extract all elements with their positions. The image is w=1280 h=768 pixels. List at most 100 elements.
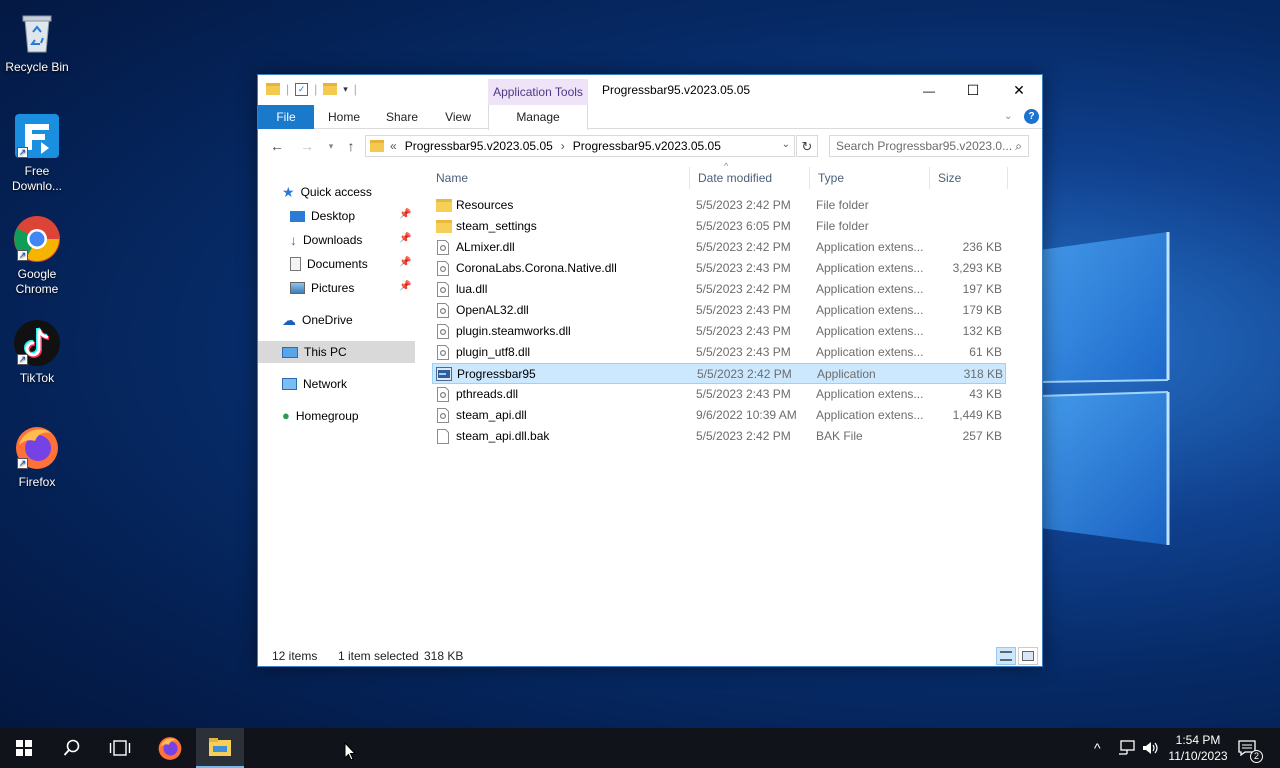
title-bar[interactable]: | ✓ | ▾ | Application Tools Progressbar9…: [258, 75, 1042, 105]
tab-home[interactable]: Home: [322, 105, 366, 129]
file-row[interactable]: plugin.steamworks.dll 5/5/2023 2:43 PM App…: [432, 321, 1006, 342]
properties-icon[interactable]: ✓: [295, 82, 309, 96]
search-input[interactable]: Search Progressbar95.v2023.0... ⌕: [829, 135, 1029, 157]
file-name: Progressbar95: [457, 367, 536, 381]
network-status-icon: [1119, 740, 1135, 755]
details-view-button[interactable]: [996, 647, 1016, 665]
volume-button[interactable]: [1142, 728, 1160, 768]
taskbar-firefox[interactable]: [146, 728, 194, 768]
folder-icon: [436, 220, 452, 233]
close-button[interactable]: ✕: [996, 75, 1042, 105]
dll-file-icon: [437, 387, 449, 402]
clock-time: 1:54 PM: [1175, 733, 1221, 747]
breadcrumb-separator-icon[interactable]: ›: [561, 139, 565, 153]
file-row[interactable]: Resources 5/5/2023 2:42 PM File folder: [432, 195, 1006, 216]
file-row[interactable]: plugin_utf8.dll 5/5/2023 2:43 PM Applicati…: [432, 342, 1006, 363]
new-folder-icon[interactable]: [323, 83, 338, 95]
breadcrumb-item[interactable]: Progressbar95.v2023.05.05: [573, 139, 721, 153]
address-dropdown-chevron-icon[interactable]: ⌄: [782, 139, 790, 150]
nav-item-label: Quick access: [300, 185, 372, 199]
refresh-button[interactable]: ↻: [796, 135, 818, 157]
nav-item-label: This PC: [304, 345, 347, 359]
file-date-modified: 5/5/2023 2:43 PM: [696, 324, 791, 338]
file-row[interactable]: steam_api.dll 9/6/2022 10:39 AM Applicatio…: [432, 405, 1006, 426]
nav-item-onedrive[interactable]: ☁ OneDrive: [282, 309, 353, 331]
desktop-icon-label: Google Chrome: [15, 267, 59, 296]
tab-share[interactable]: Share: [380, 105, 424, 129]
file-size: 132 KB: [962, 324, 1002, 338]
download-arrow-icon: ↓: [290, 232, 297, 248]
desktop-icon-google-chrome[interactable]: ↗ Google Chrome: [4, 215, 70, 297]
address-bar[interactable]: « Progressbar95.v2023.05.05 › Progressba…: [365, 135, 795, 157]
file-row[interactable]: OpenAL32.dll 5/5/2023 2:43 PM Application …: [432, 300, 1006, 321]
show-hidden-icons-button[interactable]: ^: [1094, 728, 1101, 768]
column-header-row: ^ Name Date modified Type Size: [428, 161, 1008, 189]
file-size: 236 KB: [962, 240, 1002, 254]
breadcrumb-overflow[interactable]: «: [390, 139, 397, 153]
file-row[interactable]: steam_settings 5/5/2023 6:05 PM File folde…: [432, 216, 1006, 237]
nav-item-quick-access[interactable]: ★ Quick access: [282, 181, 372, 203]
file-row[interactable]: Progressbar95 5/5/2023 2:42 PM Application…: [432, 363, 1006, 384]
dll-file-icon: [437, 240, 449, 255]
desktop-icon-free-download-manager[interactable]: ↗ Free Downlo...: [4, 112, 70, 194]
large-icons-view-button[interactable]: [1018, 647, 1038, 665]
tab-manage[interactable]: Manage: [488, 105, 588, 130]
pin-icon[interactable]: 📌: [399, 281, 411, 292]
file-date-modified: 5/5/2023 2:43 PM: [696, 345, 791, 359]
speaker-icon: [1143, 742, 1158, 754]
tab-view[interactable]: View: [436, 105, 480, 129]
file-name: OpenAL32.dll: [456, 303, 529, 317]
column-header-name[interactable]: Name: [428, 167, 690, 189]
desktop-icon-tiktok[interactable]: ↗ TikTok: [4, 319, 70, 386]
up-button[interactable]: ↑: [340, 135, 362, 157]
minimize-button[interactable]: —: [906, 75, 952, 105]
recent-locations-button[interactable]: ▾: [320, 135, 342, 157]
address-row: ← → ▾ ↑ « Progressbar95.v2023.05.05 › Pr…: [258, 133, 1042, 159]
file-type: BAK File: [816, 429, 863, 443]
star-icon: ★: [282, 184, 295, 200]
pin-icon[interactable]: 📌: [399, 233, 411, 244]
desktop-icon: [290, 210, 305, 222]
search-button[interactable]: [48, 728, 96, 768]
pin-icon[interactable]: 📌: [399, 257, 411, 268]
task-view-button[interactable]: [96, 728, 144, 768]
customize-toolbar-chevron-icon[interactable]: ▾: [343, 84, 348, 95]
nav-item-label: Documents: [307, 257, 368, 271]
file-row[interactable]: pthreads.dll 5/5/2023 2:43 PM Application …: [432, 384, 1006, 405]
start-button[interactable]: [0, 728, 48, 768]
network-status-button[interactable]: [1118, 728, 1136, 768]
help-icon[interactable]: ?: [1024, 109, 1039, 124]
file-type: Application extens...: [816, 345, 924, 359]
nav-item-documents[interactable]: Documents: [290, 253, 368, 275]
network-icon: [282, 378, 297, 390]
expand-ribbon-chevron-icon[interactable]: ⌄: [1004, 111, 1012, 122]
nav-item-network[interactable]: Network: [282, 373, 347, 395]
back-button[interactable]: ←: [266, 135, 288, 157]
free-download-manager-icon: ↗: [13, 112, 61, 160]
nav-item-downloads[interactable]: ↓ Downloads: [290, 229, 362, 251]
file-row[interactable]: CoronaLabs.Corona.Native.dll 5/5/2023 2:4…: [432, 258, 1006, 279]
desktop-icon-recycle-bin[interactable]: Recycle Bin: [4, 8, 70, 75]
file-row[interactable]: steam_api.dll.bak 5/5/2023 2:42 PM BAK Fil…: [432, 426, 1006, 447]
dll-file-icon: [437, 324, 449, 339]
nav-item-label: Homegroup: [295, 409, 359, 423]
file-row[interactable]: ALmixer.dll 5/5/2023 2:42 PM Application e…: [432, 237, 1006, 258]
taskbar-file-explorer[interactable]: [196, 728, 244, 768]
desktop-icon-firefox[interactable]: ↗ Firefox: [4, 423, 70, 490]
tab-file[interactable]: File: [258, 105, 314, 129]
column-header-type[interactable]: Type: [810, 167, 930, 189]
column-header-size[interactable]: Size: [930, 167, 1008, 189]
pin-icon[interactable]: 📌: [399, 209, 411, 220]
file-row[interactable]: lua.dll 5/5/2023 2:42 PM Application exten…: [432, 279, 1006, 300]
maximize-button[interactable]: ☐: [950, 75, 996, 105]
nav-item-desktop[interactable]: Desktop: [290, 205, 355, 227]
breadcrumb-item[interactable]: Progressbar95.v2023.05.05: [405, 139, 553, 153]
nav-item-pictures[interactable]: Pictures: [290, 277, 354, 299]
system-clock[interactable]: 1:54 PM 11/10/2023: [1162, 732, 1234, 764]
nav-item-this-pc[interactable]: This PC: [258, 341, 415, 363]
column-header-date[interactable]: Date modified: [690, 167, 810, 189]
action-center-button[interactable]: 2: [1238, 728, 1263, 768]
nav-item-homegroup[interactable]: ● Homegroup: [282, 405, 359, 427]
forward-button[interactable]: →: [296, 135, 318, 157]
file-date-modified: 5/5/2023 2:42 PM: [696, 429, 791, 443]
